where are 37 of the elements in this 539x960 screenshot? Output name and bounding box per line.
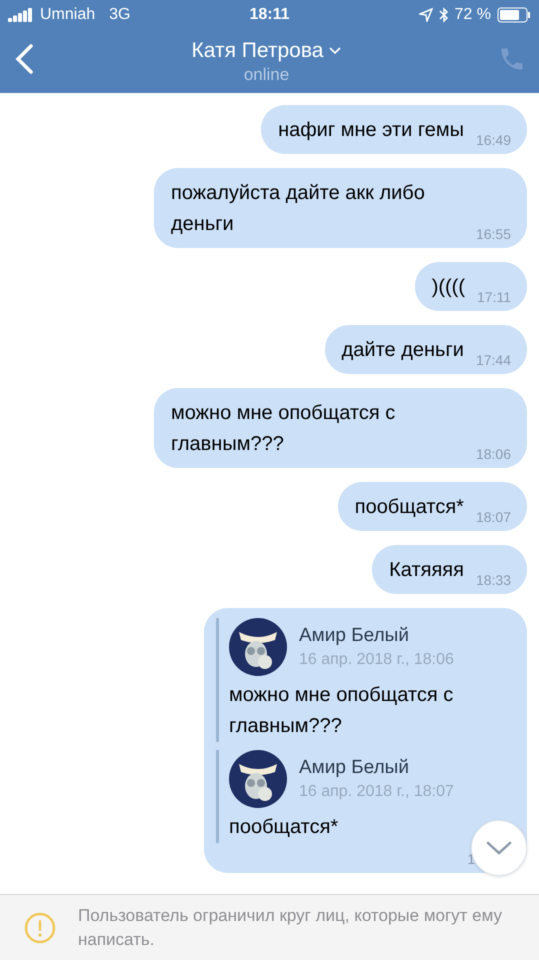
message-time: 18:33: [476, 572, 511, 588]
author-name: Амир Белый: [299, 625, 410, 647]
notice-text: Пользователь ограничил круг лиц, которые могут ему написать.: [78, 904, 504, 950]
message-time: 16:49: [476, 132, 511, 148]
message-time: 17:11: [477, 289, 511, 305]
chat-title[interactable]: Катя Петрова: [192, 38, 324, 62]
bluetooth-icon: [438, 7, 449, 23]
warning-icon: [24, 912, 56, 944]
online-status: online: [244, 64, 290, 84]
message-text: нафиг мне эти гемы: [278, 118, 464, 143]
message-text: Катяяяя: [389, 558, 464, 583]
author-name: Амир Белый: [299, 757, 410, 779]
message-date: 16 апр. 2018 г., 18:07: [299, 783, 454, 801]
message-text: дайте деньги: [342, 338, 464, 363]
message-text: можно мне опобщатся с главным???: [229, 683, 454, 739]
message-text: пожалуйста дайте акк либо деньги: [171, 181, 426, 237]
message-text: пообщатся*: [354, 495, 464, 520]
avatar: [229, 750, 287, 808]
signal-icon: [8, 8, 34, 22]
battery-percent: 72 %: [454, 6, 491, 24]
battery-icon: [497, 7, 531, 23]
message-text: )((((: [432, 275, 465, 300]
carrier-name: Umniah: [40, 6, 96, 24]
location-icon: [418, 8, 433, 22]
message-date: 16 апр. 2018 г., 18:06: [299, 651, 454, 669]
clock: 18:11: [248, 6, 291, 24]
message-time: 16:55: [476, 226, 511, 242]
message-text: пообщатся*: [229, 815, 340, 840]
chevron-down-icon[interactable]: [486, 841, 512, 855]
message-time: 1: [467, 851, 475, 867]
message-text: можно мне опобщатся с главным???: [171, 401, 396, 457]
message-time: 18:07: [476, 509, 511, 525]
message-time: 17:44: [476, 352, 511, 368]
avatar: [229, 618, 287, 676]
message-time: 18:06: [476, 446, 511, 462]
network-type: 3G: [109, 6, 130, 24]
chevron-icon[interactable]: [329, 46, 342, 54]
